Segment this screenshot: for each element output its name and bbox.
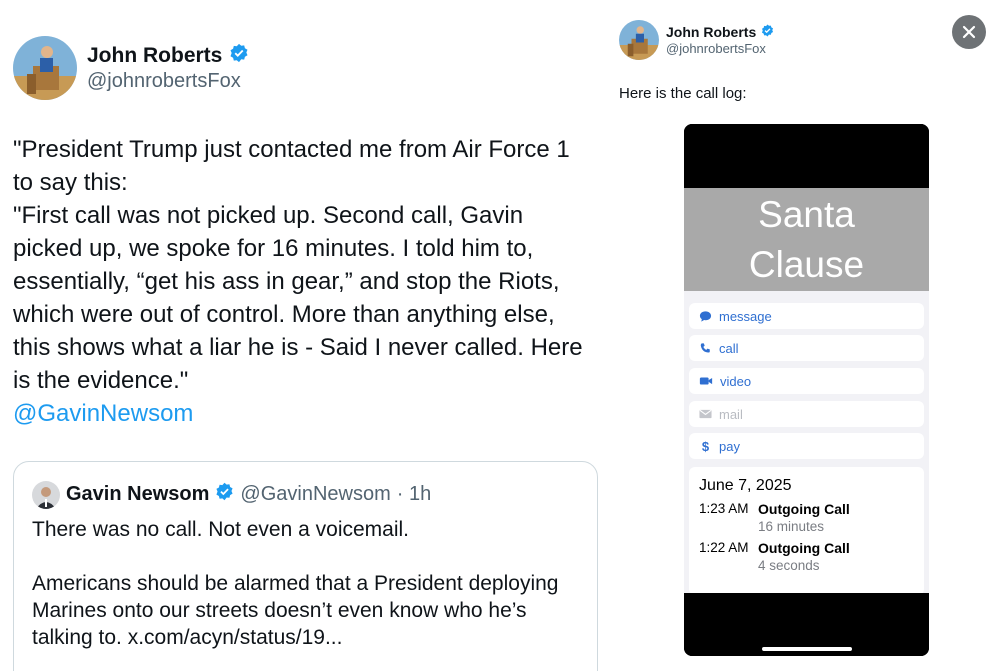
quoted-text-line: Marines onto our streets doesn’t even kn… [32,599,527,622]
tweet-text: "President Trump just contacted me from … [13,133,603,430]
author-name[interactable]: John Roberts [666,24,774,40]
author-handle[interactable]: @johnrobertsFox [87,70,241,93]
mention-link[interactable]: @GavinNewsom [13,397,603,430]
call-action: call [689,335,924,361]
quoted-tweet[interactable]: Gavin Newsom @GavinNewsom · 1h There was… [13,461,598,671]
quoted-author-handle[interactable]: @GavinNewsom [240,483,390,506]
call-log-date: June 7, 2025 [699,477,792,494]
tweet-text-line: this shows what a liar he is - Said I ne… [13,334,583,361]
avatar[interactable] [13,36,77,100]
call-log: June 7, 2025 1:23 AM Outgoing Call 16 mi… [689,467,924,595]
contact-actions: message call video mail $ pay June 7, 20… [684,291,929,595]
close-button[interactable] [952,15,986,49]
tweet-text-line: is the evidence." [13,367,189,394]
verified-badge-icon [229,43,249,69]
quoted-tweet-text: There was no call. Not even a voicemail.… [32,516,592,651]
quoted-tweet-header: Gavin Newsom @GavinNewsom · 1h [66,482,431,507]
dollar-icon: $ [701,438,710,454]
tweet-text-line: "First call was not picked up. Second ca… [13,202,524,229]
video-action: video [689,368,924,394]
post-caption: Here is the call log: [619,85,747,102]
close-icon [962,25,976,39]
tweet-text-line: essentially, “get his ass in gear,” and … [13,268,560,295]
quoted-text-line: talking to. x.com/acyn/status/19... [32,626,343,649]
quoted-timestamp[interactable]: · 1h [397,483,431,506]
call-log-entry: 1:23 AM Outgoing Call [699,501,850,517]
verified-badge-icon [761,24,774,40]
mail-action: mail [689,401,924,427]
author-name[interactable]: John Roberts [87,43,249,69]
call-duration: 16 minutes [758,519,825,534]
contact-name: Santa Clause [684,188,929,291]
tweet-text-line: "President Trump just contacted me from … [13,136,570,163]
video-icon [699,377,713,385]
message-action: message [689,303,924,329]
message-icon [699,310,712,322]
tweet-text-line: which were out of control. More than any… [13,301,555,328]
quoted-text-line: There was no call. Not even a voicemail. [32,518,410,541]
call-duration: 4 seconds [758,558,820,573]
tweet-text-line: to say this: [13,169,128,196]
tweet-screenshot: John Roberts @johnrobertsFox "President … [0,0,610,671]
pay-action: $ pay [689,433,924,459]
avatar[interactable] [32,481,60,509]
media-viewer-panel: John Roberts @johnrobertsFox Here is the… [610,0,1000,671]
phone-icon [700,342,710,352]
quoted-author-name[interactable]: Gavin Newsom [66,483,209,506]
author-handle[interactable]: @johnrobertsFox [666,41,766,56]
home-indicator [762,647,852,651]
mail-icon [699,409,712,419]
call-log-entry: 1:22 AM Outgoing Call [699,540,850,556]
tweet-text-line: picked up, we spoke for 16 minutes. I to… [13,235,534,262]
quoted-text-line: Americans should be alarmed that a Presi… [32,572,559,595]
verified-badge-icon [215,482,234,507]
avatar[interactable] [619,20,659,60]
call-log-screenshot[interactable]: Santa Clause message call video mail $ p… [684,124,929,656]
